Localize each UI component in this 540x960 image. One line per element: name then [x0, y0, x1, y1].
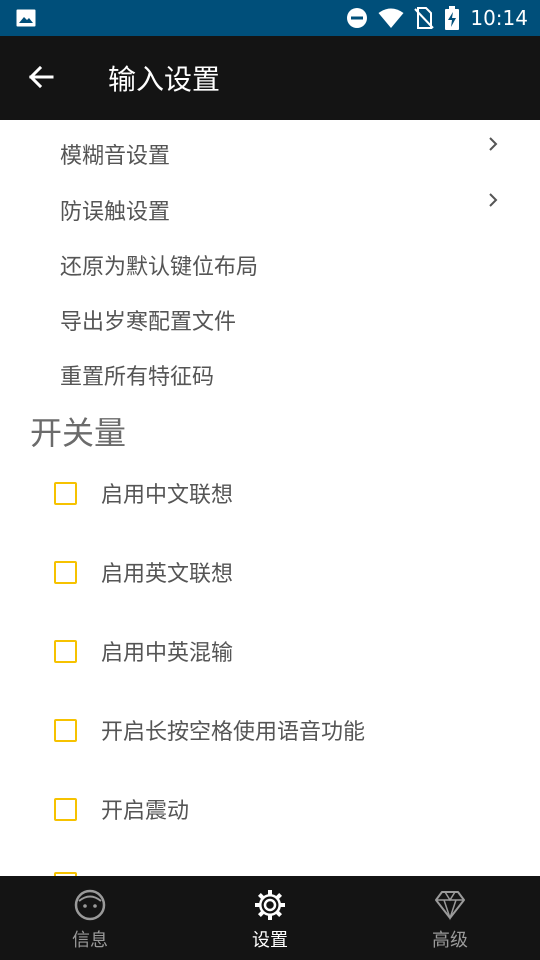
- setting-label: 重置所有特征码: [60, 365, 215, 390]
- image-notification-icon: [16, 9, 36, 27]
- checkbox-row-english-association[interactable]: 启用英文联想: [54, 556, 233, 588]
- gear-icon: [255, 890, 285, 920]
- setting-label: 防误触设置: [60, 200, 171, 225]
- battery-charging-icon: [445, 6, 460, 30]
- checkbox-row-vibration[interactable]: 开启震动: [54, 793, 189, 825]
- checkbox-row-voice-space[interactable]: 开启长按空格使用语音功能: [54, 714, 365, 746]
- checkbox[interactable]: [54, 481, 77, 505]
- setting-item-reset-codes[interactable]: 重置所有特征码: [60, 359, 214, 391]
- section-title: 开关量: [30, 414, 127, 452]
- no-sim-icon: [414, 7, 435, 29]
- checkbox[interactable]: [54, 560, 77, 584]
- app-bar: 输入设置: [0, 36, 540, 120]
- checkbox-label: 启用英文联想: [101, 562, 234, 587]
- do-not-disturb-icon: [347, 8, 368, 28]
- checkbox-label: 开启长按空格使用语音功能: [101, 720, 366, 745]
- checkbox-label: 开启震动: [101, 799, 190, 824]
- tab-label: 信息: [72, 930, 108, 951]
- face-icon: [74, 889, 106, 921]
- chevron-right-icon: [489, 137, 498, 151]
- tab-label: 高级: [432, 930, 468, 951]
- checkbox-row-mixed-input[interactable]: 启用中英混输: [54, 635, 233, 667]
- checkbox[interactable]: [54, 718, 77, 742]
- setting-item-anti-mistouch[interactable]: 防误触设置: [60, 194, 170, 226]
- setting-item-restore-layout[interactable]: 还原为默认键位布局: [60, 249, 258, 281]
- checkbox-label: 启用中英混输: [101, 641, 234, 666]
- checkbox[interactable]: [54, 639, 77, 663]
- status-bar: 10:14: [0, 0, 540, 36]
- settings-content[interactable]: 模糊音设置 防误触设置 还原为默认键位布局 导出岁寒配置文件 重置所有特征码 开…: [0, 120, 540, 876]
- setting-item-export-config[interactable]: 导出岁寒配置文件: [60, 304, 236, 336]
- chevron-right-icon: [489, 193, 498, 207]
- bottom-navigation: 信息 设置 高级: [0, 876, 540, 960]
- checkbox[interactable]: [54, 797, 77, 821]
- diamond-icon: [435, 891, 465, 921]
- tab-advanced[interactable]: 高级: [360, 876, 540, 960]
- setting-label: 模糊音设置: [60, 144, 171, 169]
- tab-label: 设置: [252, 930, 288, 951]
- checkbox-label: 启用中文联想: [101, 483, 234, 508]
- setting-item-fuzzy-pinyin[interactable]: 模糊音设置: [60, 138, 170, 170]
- tab-info[interactable]: 信息: [0, 876, 180, 960]
- setting-label: 导出岁寒配置文件: [60, 310, 237, 335]
- status-icons: 10:14: [346, 6, 528, 30]
- tab-settings[interactable]: 设置: [180, 876, 360, 960]
- checkbox-row-chinese-association[interactable]: 启用中文联想: [54, 477, 233, 509]
- back-arrow-icon[interactable]: [24, 60, 58, 94]
- setting-label: 还原为默认键位布局: [60, 255, 259, 280]
- wifi-icon: [378, 8, 404, 28]
- status-time: 10:14: [470, 6, 528, 30]
- page-title: 输入设置: [108, 63, 221, 96]
